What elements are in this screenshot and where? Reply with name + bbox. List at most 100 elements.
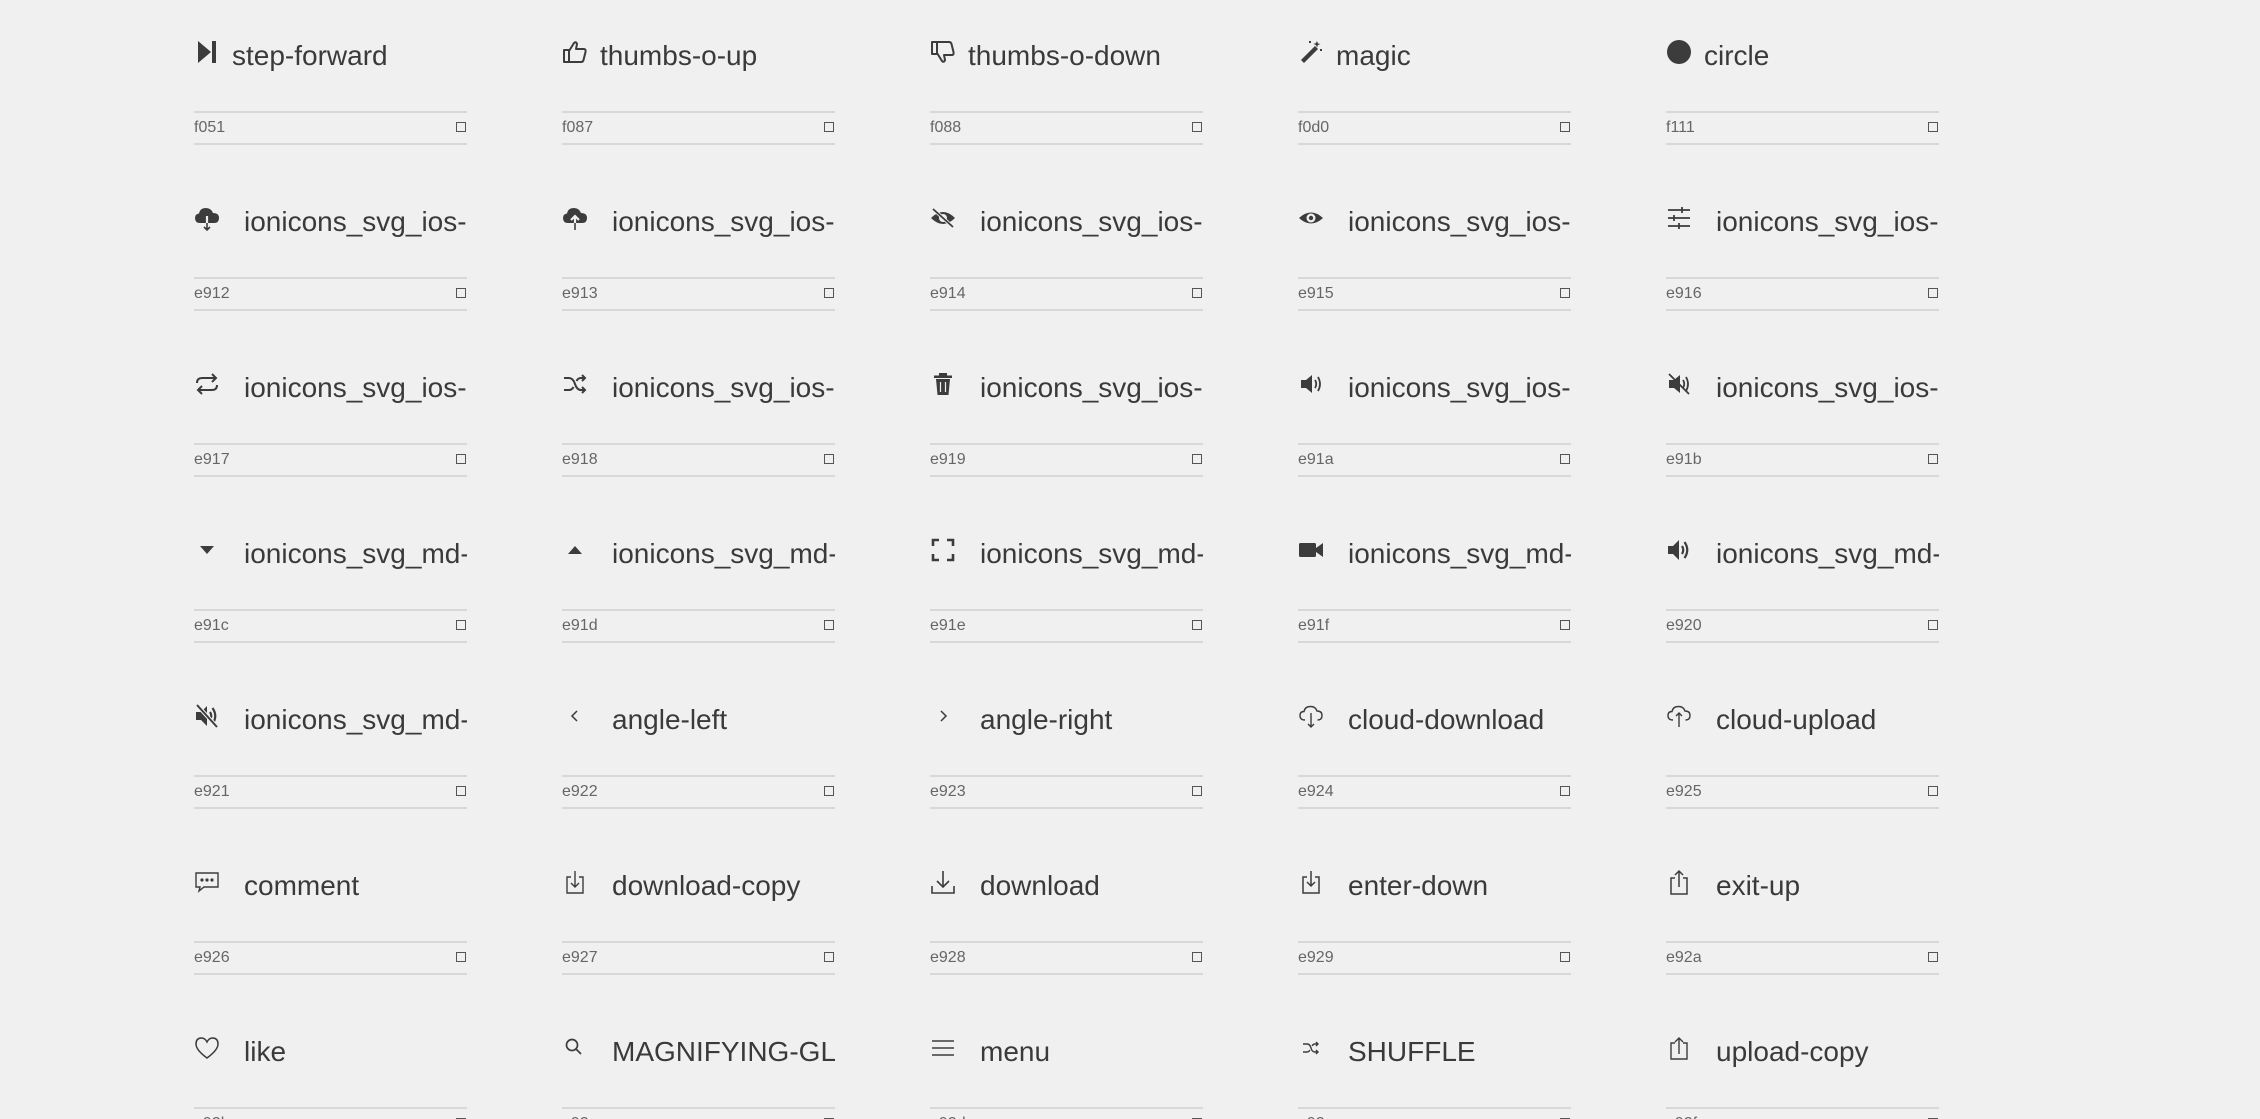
glyph-code-row: e928 [930,943,1203,975]
glyph-preview-box[interactable] [1560,620,1570,630]
glyph-code: e923 [930,783,966,800]
glyph-header: menu [930,1033,1203,1109]
menu-icon [930,1035,956,1061]
glyph-item: ionicons_svg_ios-e914 [930,203,1203,311]
glyph-name: ionicons_svg_ios- [244,206,467,237]
glyph-code: f0d0 [1298,119,1330,136]
glyph-header: ionicons_svg_ios- [194,203,467,279]
glyph-name: ionicons_svg_ios- [980,206,1203,237]
glyph-header: download-copy [562,867,835,943]
glyph-name: ionicons_svg_md- [244,704,467,735]
download-icon [930,869,956,895]
glyph-preview-box[interactable] [1928,288,1938,298]
glyph-header: ionicons_svg_md- [1666,535,1939,611]
glyph-preview-box[interactable] [1192,454,1202,464]
glyph-preview-box[interactable] [1192,620,1202,630]
glyph-header: thumbs-o-up [562,37,835,113]
glyph-code: e91f [1298,617,1330,634]
eye-off-icon [930,205,956,231]
glyph-code: e913 [562,285,598,302]
glyph-preview-box[interactable] [824,786,834,796]
glyph-code-row: e91b [1666,445,1939,477]
glyph-name: ionicons_svg_ios- [612,206,835,237]
glyph-code: e91e [930,617,966,634]
glyph-preview-box[interactable] [1192,122,1202,132]
glyph-preview-box[interactable] [824,454,834,464]
glyph-preview-box[interactable] [456,122,466,132]
glyph-preview-box[interactable] [824,620,834,630]
glyph-name: enter-down [1348,870,1489,901]
thumbs-down-icon [930,39,956,65]
glyph-code: e916 [1666,285,1702,302]
glyph-preview-box[interactable] [456,786,466,796]
glyph-name: ionicons_svg_ios- [244,372,467,403]
glyph-item: ionicons_svg_ios-e919 [930,369,1203,477]
glyph-code: e92f [1666,1114,1697,1119]
glyph-name: ionicons_svg_ios- [980,372,1203,403]
glyph-header: step-forward [194,37,467,113]
comment-icon [194,869,220,895]
glyph-preview-box[interactable] [1192,786,1202,796]
glyph-preview-box[interactable] [456,952,466,962]
glyph-header: ionicons_svg_ios- [562,203,835,279]
glyph-item: download-copy e927 [562,867,835,975]
glyph-preview-box[interactable] [456,288,466,298]
glyph-code: e912 [194,285,230,302]
trash-icon [930,371,956,397]
glyph-code-row: e92d [930,1109,1203,1119]
glyph-preview-box[interactable] [1192,952,1202,962]
glyph-preview-box[interactable] [1560,288,1570,298]
glyph-header: angle-left [562,701,835,777]
arrow-dropdown-icon [194,537,220,563]
glyph-code-row: e92e [1298,1109,1571,1119]
glyph-header: exit-up [1666,867,1939,943]
glyph-name: magic [1336,40,1411,71]
glyph-preview-box[interactable] [1928,952,1938,962]
glyph-preview-box[interactable] [1928,786,1938,796]
glyph-item: thumbs-o-down f088 [930,37,1203,145]
glyph-name: like [244,1036,287,1067]
glyph-item: step-forward f051 [194,37,467,145]
angle-left-icon [562,703,588,729]
glyph-preview-box[interactable] [824,122,834,132]
glyph-preview-box[interactable] [1928,454,1938,464]
glyph-code-row: e91e [930,611,1203,643]
glyph-header: ionicons_svg_ios- [562,369,835,445]
glyph-code-row: e922 [562,777,835,809]
glyph-header: ionicons_svg_ios- [194,369,467,445]
glyph-preview-box[interactable] [1192,288,1202,298]
glyph-header: upload-copy [1666,1033,1939,1109]
glyph-code: f088 [930,119,962,136]
glyph-code-row: e926 [194,943,467,975]
glyph-name: ionicons_svg_md- [1348,538,1571,569]
glyph-preview-box[interactable] [1560,786,1570,796]
glyph-item: ionicons_svg_md-e91f [1298,535,1571,643]
glyph-name: step-forward [232,40,388,71]
volume-high-icon [1666,537,1692,563]
glyph-code: e92a [1666,949,1702,966]
shuffle-small-icon [1298,1035,1324,1061]
enter-down-icon [1298,869,1324,895]
glyph-preview-box[interactable] [1560,952,1570,962]
glyph-code: e92d [930,1114,966,1119]
angle-right-icon [930,703,956,729]
glyph-item: download e928 [930,867,1203,975]
glyph-code-row: e91f [1298,611,1571,643]
glyph-preview-box[interactable] [1928,620,1938,630]
cloud-download-outline-icon [1298,703,1324,729]
glyph-preview-box[interactable] [824,952,834,962]
glyph-item: ionicons_svg_ios-e913 [562,203,835,311]
glyph-preview-box[interactable] [824,288,834,298]
glyph-preview-box[interactable] [456,454,466,464]
glyph-preview-box[interactable] [456,620,466,630]
glyph-preview-box[interactable] [1928,122,1938,132]
glyph-preview-box[interactable] [1560,122,1570,132]
glyph-header: ionicons_svg_ios- [1298,369,1571,445]
glyph-item: ionicons_svg_md-e921 [194,701,467,809]
exit-up-icon [1666,869,1692,895]
glyph-code: e91a [1298,451,1334,468]
glyph-name: thumbs-o-up [600,40,758,71]
glyph-preview-box[interactable] [1560,454,1570,464]
glyph-code-row: e924 [1298,777,1571,809]
glyph-code: e928 [930,949,966,966]
